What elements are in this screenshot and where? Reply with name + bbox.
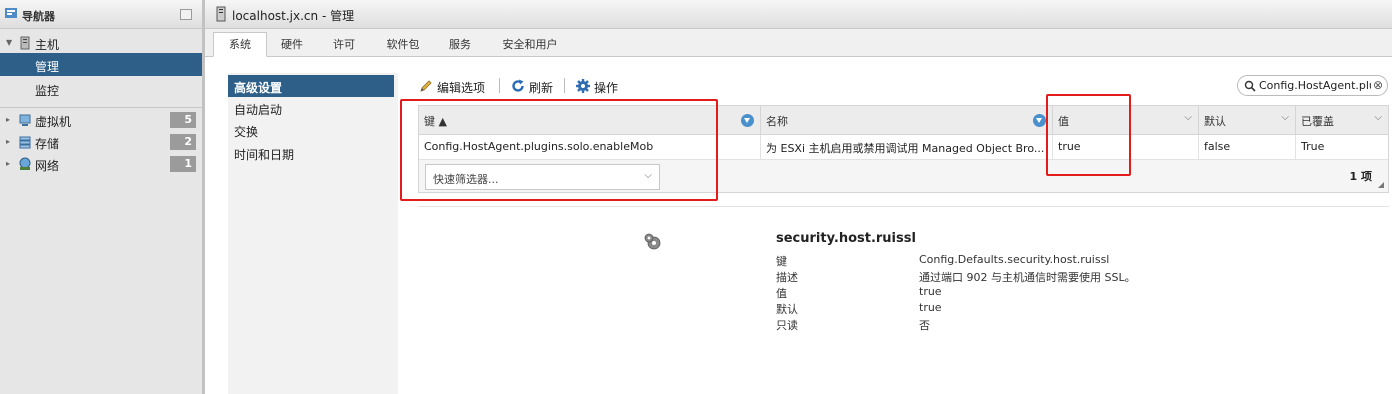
tab-bar: 系统 硬件 许可 软件包 服务 安全和用户 <box>205 29 1392 57</box>
tab-security-users[interactable]: 安全和用户 <box>497 33 563 56</box>
nav-item-manage[interactable]: 管理 <box>0 53 202 76</box>
navigator-divider <box>0 107 202 108</box>
table-cell: false <box>1199 135 1296 159</box>
expand-arrow-icon[interactable]: ▼ <box>6 38 12 47</box>
search-input[interactable]: Config.HostAgent.plugins ⊗ <box>1237 75 1388 96</box>
settings-gear-icon <box>644 233 661 250</box>
nav-item-vms[interactable]: ▸ 虚拟机 5 <box>0 109 202 131</box>
storage-icon <box>19 136 31 149</box>
detail-label-key: 键 <box>776 255 787 268</box>
column-header-label: 名称 <box>766 115 788 128</box>
window-title-bar: localhost.jx.cn - 管理 <box>205 0 1392 29</box>
collapse-panel-button[interactable] <box>180 9 192 20</box>
column-menu-icon[interactable] <box>741 114 754 127</box>
annotation-box-key <box>400 99 718 201</box>
cell-default: false <box>1204 140 1231 153</box>
menu-item-swap[interactable]: 交换 <box>228 119 394 141</box>
vm-icon <box>19 114 31 126</box>
details-divider <box>418 206 1389 207</box>
detail-label-description: 描述 <box>776 271 798 284</box>
tab-system[interactable]: 系统 <box>213 32 267 57</box>
menu-item-autostart[interactable]: 自动启动 <box>228 97 394 119</box>
chevron-down-icon[interactable]: ⌵ <box>1281 112 1289 123</box>
tab-packages[interactable]: 软件包 <box>379 33 427 56</box>
refresh-label: 刷新 <box>529 81 554 95</box>
nav-item-label: 存储 <box>35 137 60 151</box>
detail-value-default: true <box>919 301 942 314</box>
column-header-overridden[interactable]: 已覆盖 ⌵ <box>1296 106 1388 134</box>
actions-button[interactable]: 操作 <box>575 77 621 95</box>
expand-arrow-icon[interactable]: ▸ <box>6 115 10 124</box>
menu-item-label: 高级设置 <box>234 81 283 95</box>
edit-options-label: 编辑选项 <box>437 81 486 95</box>
tab-services[interactable]: 服务 <box>439 33 481 56</box>
tab-hardware[interactable]: 硬件 <box>271 33 313 56</box>
column-header-default[interactable]: 默认 ⌵ <box>1199 106 1296 134</box>
window-title: localhost.jx.cn - 管理 <box>232 9 355 23</box>
detail-title: security.host.ruissl <box>776 231 916 246</box>
table-cell: True <box>1296 135 1388 159</box>
detail-value-description: 通过端口 902 与主机通信时需要使用 SSL。 <box>919 271 1136 284</box>
column-header-name[interactable]: 名称 <box>761 106 1053 134</box>
nav-item-label: 管理 <box>35 60 60 74</box>
refresh-icon <box>512 79 524 92</box>
clear-search-icon[interactable]: ⊗ <box>1373 78 1383 92</box>
nav-item-label: 监控 <box>35 84 60 98</box>
host-icon <box>216 6 226 22</box>
cell-name: 为 ESXi 主机启用或禁用调试用 Managed Object Bro... <box>766 142 1045 155</box>
detail-label-default: 默认 <box>776 303 798 316</box>
resize-grip-icon[interactable] <box>1378 182 1384 188</box>
host-icon <box>20 36 30 50</box>
detail-value-readonly: 否 <box>919 319 930 332</box>
tab-licensing[interactable]: 许可 <box>323 33 365 56</box>
nav-item-label: 主机 <box>35 38 60 52</box>
chevron-down-icon[interactable]: ⌵ <box>1374 112 1382 123</box>
menu-item-label: 自动启动 <box>234 103 283 117</box>
toolbar: 编辑选项 刷新 操作 <box>418 75 858 97</box>
detail-label-readonly: 只读 <box>776 319 798 332</box>
nav-item-label: 网络 <box>35 159 60 173</box>
detail-value-value: true <box>919 285 942 298</box>
count-badge: 1 <box>170 156 196 172</box>
pencil-icon <box>420 80 432 92</box>
expand-arrow-icon[interactable]: ▸ <box>6 159 10 168</box>
menu-item-label: 时间和日期 <box>234 148 295 162</box>
nav-item-monitor[interactable]: 监控 <box>0 77 202 100</box>
search-icon <box>1244 80 1256 92</box>
detail-label-value: 值 <box>776 287 787 300</box>
search-value: Config.HostAgent.plugins <box>1259 79 1371 92</box>
nav-item-network[interactable]: ▸ 网络 1 <box>0 153 202 175</box>
detail-value-key: Config.Defaults.security.host.ruissl <box>919 253 1110 266</box>
refresh-button[interactable]: 刷新 <box>510 77 556 95</box>
column-header-label: 默认 <box>1204 115 1226 128</box>
edit-options-button[interactable]: 编辑选项 <box>418 77 492 95</box>
cell-overridden: True <box>1301 140 1325 153</box>
toolbar-divider <box>564 78 565 93</box>
count-badge: 5 <box>170 112 196 128</box>
count-badge: 2 <box>170 134 196 150</box>
navigator-logo-icon <box>5 8 17 18</box>
menu-item-time-date[interactable]: 时间和日期 <box>228 142 394 164</box>
toolbar-divider <box>499 78 500 93</box>
annotation-box-value <box>1046 94 1131 176</box>
main-panel: localhost.jx.cn - 管理 系统 硬件 许可 软件包 服务 安全和… <box>205 0 1392 394</box>
expand-arrow-icon[interactable]: ▸ <box>6 137 10 146</box>
nav-item-host[interactable]: ▼ 主机 <box>0 32 202 54</box>
navigator-panel: 导航器 ▼ 主机 管理 监控 ▸ 虚拟机 5 ▸ 存储 2 ▸ 网络 1 <box>0 0 205 394</box>
item-count: 1 项 <box>1349 170 1372 183</box>
column-header-label: 已覆盖 <box>1301 115 1334 128</box>
chevron-down-icon[interactable]: ⌵ <box>1184 112 1192 123</box>
table-cell: 为 ESXi 主机启用或禁用调试用 Managed Object Bro... <box>761 135 1053 159</box>
gear-icon <box>576 79 590 93</box>
navigator-header: 导航器 <box>0 0 202 29</box>
menu-item-advanced-settings[interactable]: 高级设置 <box>228 75 394 97</box>
menu-item-label: 交换 <box>234 125 259 139</box>
navigator-title: 导航器 <box>22 10 55 23</box>
actions-label: 操作 <box>594 81 619 95</box>
network-icon <box>19 157 31 170</box>
nav-item-storage[interactable]: ▸ 存储 2 <box>0 131 202 153</box>
column-menu-icon[interactable] <box>1033 114 1046 127</box>
nav-item-label: 虚拟机 <box>35 115 72 129</box>
settings-menu: 高级设置 自动启动 交换 时间和日期 <box>228 73 398 394</box>
